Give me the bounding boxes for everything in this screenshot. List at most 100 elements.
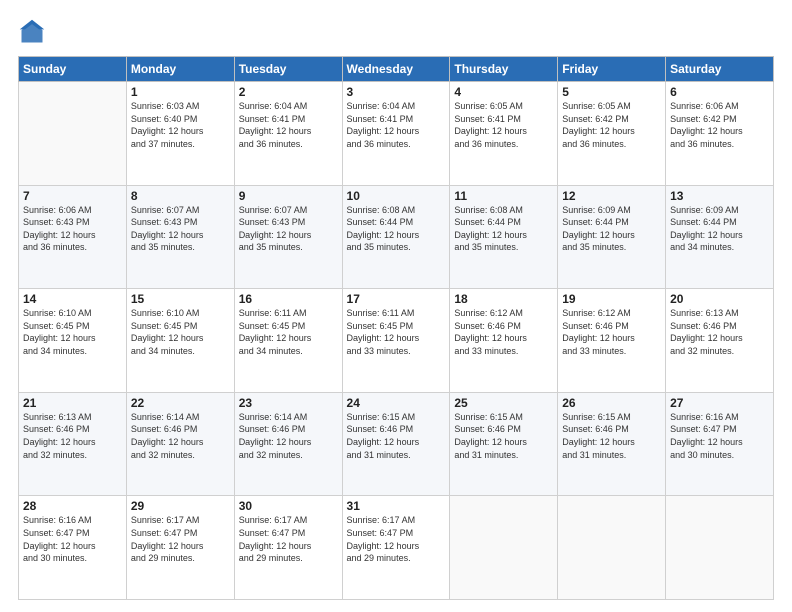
day-number: 4 <box>454 85 553 99</box>
weekday-header-tuesday: Tuesday <box>234 57 342 82</box>
day-number: 24 <box>347 396 446 410</box>
day-number: 26 <box>562 396 661 410</box>
day-number: 5 <box>562 85 661 99</box>
day-info: Sunrise: 6:10 AMSunset: 6:45 PMDaylight:… <box>23 307 122 357</box>
calendar-cell: 8Sunrise: 6:07 AMSunset: 6:43 PMDaylight… <box>126 185 234 289</box>
weekday-header-sunday: Sunday <box>19 57 127 82</box>
day-number: 18 <box>454 292 553 306</box>
day-info: Sunrise: 6:04 AMSunset: 6:41 PMDaylight:… <box>239 100 338 150</box>
calendar-cell: 12Sunrise: 6:09 AMSunset: 6:44 PMDayligh… <box>558 185 666 289</box>
calendar-week-row-1: 1Sunrise: 6:03 AMSunset: 6:40 PMDaylight… <box>19 82 774 186</box>
calendar-cell <box>450 496 558 600</box>
day-info: Sunrise: 6:05 AMSunset: 6:41 PMDaylight:… <box>454 100 553 150</box>
day-number: 3 <box>347 85 446 99</box>
calendar-cell: 3Sunrise: 6:04 AMSunset: 6:41 PMDaylight… <box>342 82 450 186</box>
calendar-cell: 1Sunrise: 6:03 AMSunset: 6:40 PMDaylight… <box>126 82 234 186</box>
day-info: Sunrise: 6:15 AMSunset: 6:46 PMDaylight:… <box>347 411 446 461</box>
day-number: 11 <box>454 189 553 203</box>
day-info: Sunrise: 6:15 AMSunset: 6:46 PMDaylight:… <box>562 411 661 461</box>
calendar-cell: 30Sunrise: 6:17 AMSunset: 6:47 PMDayligh… <box>234 496 342 600</box>
calendar-cell: 22Sunrise: 6:14 AMSunset: 6:46 PMDayligh… <box>126 392 234 496</box>
calendar-cell: 26Sunrise: 6:15 AMSunset: 6:46 PMDayligh… <box>558 392 666 496</box>
day-number: 23 <box>239 396 338 410</box>
day-info: Sunrise: 6:07 AMSunset: 6:43 PMDaylight:… <box>131 204 230 254</box>
calendar-cell: 18Sunrise: 6:12 AMSunset: 6:46 PMDayligh… <box>450 289 558 393</box>
day-info: Sunrise: 6:04 AMSunset: 6:41 PMDaylight:… <box>347 100 446 150</box>
day-number: 31 <box>347 499 446 513</box>
day-info: Sunrise: 6:12 AMSunset: 6:46 PMDaylight:… <box>562 307 661 357</box>
calendar-cell: 5Sunrise: 6:05 AMSunset: 6:42 PMDaylight… <box>558 82 666 186</box>
day-info: Sunrise: 6:12 AMSunset: 6:46 PMDaylight:… <box>454 307 553 357</box>
day-info: Sunrise: 6:08 AMSunset: 6:44 PMDaylight:… <box>347 204 446 254</box>
day-number: 12 <box>562 189 661 203</box>
weekday-header-saturday: Saturday <box>666 57 774 82</box>
calendar-cell: 15Sunrise: 6:10 AMSunset: 6:45 PMDayligh… <box>126 289 234 393</box>
day-number: 22 <box>131 396 230 410</box>
calendar-cell: 16Sunrise: 6:11 AMSunset: 6:45 PMDayligh… <box>234 289 342 393</box>
calendar-cell: 11Sunrise: 6:08 AMSunset: 6:44 PMDayligh… <box>450 185 558 289</box>
calendar-cell: 29Sunrise: 6:17 AMSunset: 6:47 PMDayligh… <box>126 496 234 600</box>
calendar-cell <box>666 496 774 600</box>
day-number: 7 <box>23 189 122 203</box>
calendar-cell: 21Sunrise: 6:13 AMSunset: 6:46 PMDayligh… <box>19 392 127 496</box>
calendar-cell: 7Sunrise: 6:06 AMSunset: 6:43 PMDaylight… <box>19 185 127 289</box>
page: SundayMondayTuesdayWednesdayThursdayFrid… <box>0 0 792 612</box>
calendar-cell: 10Sunrise: 6:08 AMSunset: 6:44 PMDayligh… <box>342 185 450 289</box>
day-number: 17 <box>347 292 446 306</box>
day-info: Sunrise: 6:17 AMSunset: 6:47 PMDaylight:… <box>239 514 338 564</box>
day-number: 8 <box>131 189 230 203</box>
calendar-week-row-2: 7Sunrise: 6:06 AMSunset: 6:43 PMDaylight… <box>19 185 774 289</box>
day-number: 20 <box>670 292 769 306</box>
day-number: 9 <box>239 189 338 203</box>
day-info: Sunrise: 6:05 AMSunset: 6:42 PMDaylight:… <box>562 100 661 150</box>
day-info: Sunrise: 6:15 AMSunset: 6:46 PMDaylight:… <box>454 411 553 461</box>
day-info: Sunrise: 6:14 AMSunset: 6:46 PMDaylight:… <box>239 411 338 461</box>
calendar-cell: 23Sunrise: 6:14 AMSunset: 6:46 PMDayligh… <box>234 392 342 496</box>
calendar-cell: 9Sunrise: 6:07 AMSunset: 6:43 PMDaylight… <box>234 185 342 289</box>
day-info: Sunrise: 6:13 AMSunset: 6:46 PMDaylight:… <box>670 307 769 357</box>
day-number: 27 <box>670 396 769 410</box>
calendar-cell: 20Sunrise: 6:13 AMSunset: 6:46 PMDayligh… <box>666 289 774 393</box>
calendar-cell: 6Sunrise: 6:06 AMSunset: 6:42 PMDaylight… <box>666 82 774 186</box>
day-info: Sunrise: 6:06 AMSunset: 6:43 PMDaylight:… <box>23 204 122 254</box>
day-info: Sunrise: 6:03 AMSunset: 6:40 PMDaylight:… <box>131 100 230 150</box>
day-info: Sunrise: 6:17 AMSunset: 6:47 PMDaylight:… <box>347 514 446 564</box>
calendar-cell: 28Sunrise: 6:16 AMSunset: 6:47 PMDayligh… <box>19 496 127 600</box>
day-number: 1 <box>131 85 230 99</box>
day-number: 2 <box>239 85 338 99</box>
calendar-week-row-5: 28Sunrise: 6:16 AMSunset: 6:47 PMDayligh… <box>19 496 774 600</box>
calendar-cell: 17Sunrise: 6:11 AMSunset: 6:45 PMDayligh… <box>342 289 450 393</box>
weekday-header-friday: Friday <box>558 57 666 82</box>
day-number: 15 <box>131 292 230 306</box>
day-info: Sunrise: 6:08 AMSunset: 6:44 PMDaylight:… <box>454 204 553 254</box>
day-number: 10 <box>347 189 446 203</box>
header <box>18 18 774 46</box>
calendar-cell: 25Sunrise: 6:15 AMSunset: 6:46 PMDayligh… <box>450 392 558 496</box>
day-number: 25 <box>454 396 553 410</box>
calendar-cell: 13Sunrise: 6:09 AMSunset: 6:44 PMDayligh… <box>666 185 774 289</box>
day-number: 21 <box>23 396 122 410</box>
weekday-header-monday: Monday <box>126 57 234 82</box>
day-number: 6 <box>670 85 769 99</box>
calendar-cell: 19Sunrise: 6:12 AMSunset: 6:46 PMDayligh… <box>558 289 666 393</box>
calendar-cell <box>558 496 666 600</box>
calendar-cell <box>19 82 127 186</box>
day-info: Sunrise: 6:09 AMSunset: 6:44 PMDaylight:… <box>562 204 661 254</box>
day-number: 14 <box>23 292 122 306</box>
weekday-header-row: SundayMondayTuesdayWednesdayThursdayFrid… <box>19 57 774 82</box>
day-info: Sunrise: 6:17 AMSunset: 6:47 PMDaylight:… <box>131 514 230 564</box>
day-number: 28 <box>23 499 122 513</box>
weekday-header-wednesday: Wednesday <box>342 57 450 82</box>
day-number: 16 <box>239 292 338 306</box>
day-info: Sunrise: 6:11 AMSunset: 6:45 PMDaylight:… <box>239 307 338 357</box>
weekday-header-thursday: Thursday <box>450 57 558 82</box>
day-number: 29 <box>131 499 230 513</box>
day-info: Sunrise: 6:11 AMSunset: 6:45 PMDaylight:… <box>347 307 446 357</box>
logo <box>18 18 50 46</box>
day-info: Sunrise: 6:13 AMSunset: 6:46 PMDaylight:… <box>23 411 122 461</box>
calendar-week-row-4: 21Sunrise: 6:13 AMSunset: 6:46 PMDayligh… <box>19 392 774 496</box>
calendar-table: SundayMondayTuesdayWednesdayThursdayFrid… <box>18 56 774 600</box>
day-number: 13 <box>670 189 769 203</box>
day-info: Sunrise: 6:16 AMSunset: 6:47 PMDaylight:… <box>670 411 769 461</box>
calendar-cell: 24Sunrise: 6:15 AMSunset: 6:46 PMDayligh… <box>342 392 450 496</box>
